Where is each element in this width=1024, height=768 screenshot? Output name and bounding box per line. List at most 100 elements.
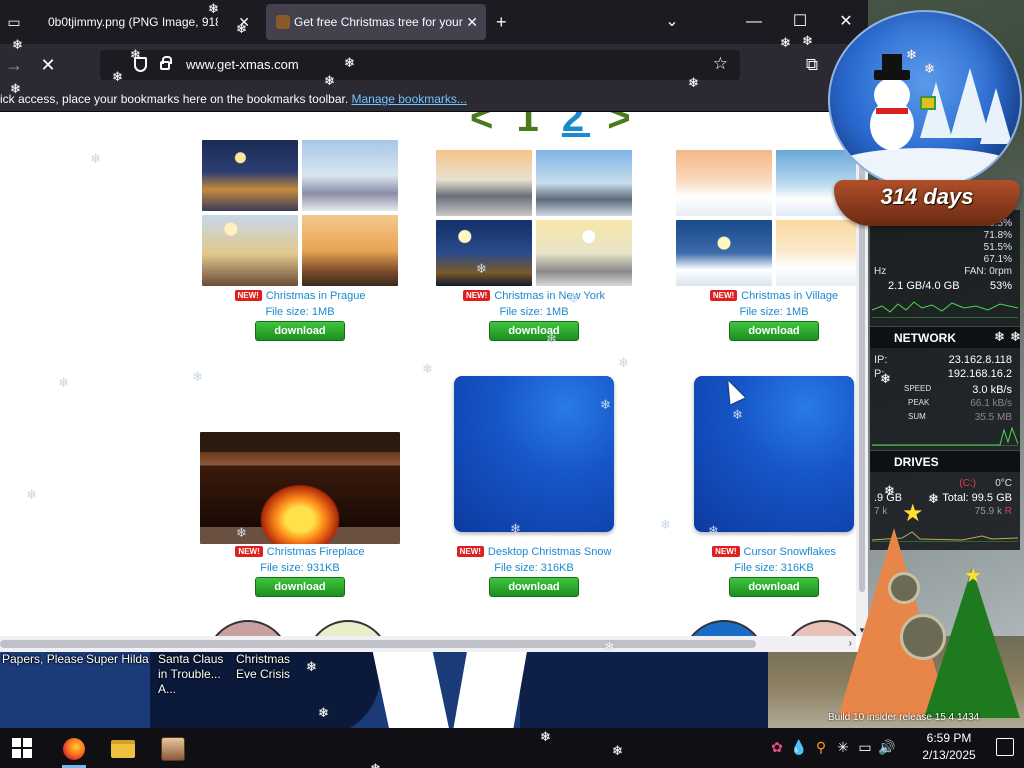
drive-total: Total: 99.5 GB (942, 492, 1012, 504)
close-tab-icon[interactable]: ✕ (238, 4, 250, 40)
product-title-link[interactable]: Desktop Christmas Snow (488, 546, 612, 558)
bookmarks-toolbar: ick access, place your bookmarks here on… (0, 86, 868, 112)
new-badge: NEW! (235, 546, 263, 557)
shortcut-christmas-eve-crisis[interactable]: Christmas Eve Crisis (236, 652, 312, 682)
product-title-link[interactable]: Christmas in Village (741, 290, 838, 302)
download-button[interactable]: download (729, 321, 819, 341)
product-title-link[interactable]: Christmas in Prague (266, 290, 366, 302)
product-thumbnail[interactable] (202, 140, 398, 286)
horizontal-scrollbar[interactable]: › (0, 636, 856, 652)
favicon-icon (276, 15, 290, 29)
page-content: < 1 2 > NEW! Christmas in Prague File siz… (0, 112, 856, 636)
ip-label: IP: (874, 354, 888, 366)
product-title-link[interactable]: Christmas in New York (494, 290, 605, 302)
net-sum: 35.5 MB (974, 412, 1012, 423)
tray-drop-icon[interactable]: 💧 (790, 738, 808, 756)
bookmark-star-icon[interactable]: ☆ (713, 54, 728, 74)
product-item: NEW! Christmas in New York File size: 1MB… (434, 150, 634, 346)
notification-icon[interactable] (996, 738, 1014, 756)
cpu-core-3: 51.5% (983, 242, 1012, 253)
clock-time: 6:59 PM (926, 731, 972, 745)
network-icon[interactable]: ▭ (856, 738, 874, 756)
tray-snow-icon[interactable]: ✳ (834, 738, 852, 756)
download-button[interactable]: download (489, 577, 579, 597)
product-title-link[interactable]: Cursor Snowflakes (744, 546, 836, 558)
game-icon (161, 737, 185, 761)
page-current-link[interactable]: 2 (562, 112, 590, 140)
product-thumbnail[interactable] (306, 620, 390, 636)
ram-percent: 53% (989, 280, 1012, 292)
product-thumbnail[interactable] (200, 432, 400, 544)
download-button[interactable]: download (255, 321, 345, 341)
shortcut-santa-claus[interactable]: Santa Claus in Trouble... A... (158, 652, 234, 697)
product-thumbnail[interactable] (454, 376, 614, 532)
new-badge: NEW! (709, 290, 738, 301)
tracking-shield-icon[interactable] (134, 57, 147, 72)
tab-overflow-chevron-icon[interactable]: ⌄ (660, 10, 684, 34)
download-button[interactable]: download (729, 577, 819, 597)
windows-start-icon[interactable] (12, 738, 32, 758)
stop-loading-icon[interactable]: ✕ (36, 53, 60, 77)
product-thumbnail[interactable] (436, 150, 632, 286)
browser-window: ▭ 0b0tjimmy.png (PNG Image, 918 × 1 ✕ Ge… (0, 0, 868, 652)
network-graph (872, 424, 1018, 446)
tab-get-xmas[interactable]: Get free Christmas tree for your ✕ (266, 4, 486, 40)
drive-temp: 0°C (995, 478, 1012, 489)
product-thumbnail[interactable] (206, 620, 290, 636)
taskbar-game[interactable] (152, 732, 192, 768)
clock-date: 2/13/2025 (922, 748, 976, 762)
file-size: File size: 1MB (265, 306, 335, 318)
url-text[interactable]: www.get-xmas.com (186, 50, 299, 80)
file-size: File size: 1MB (499, 306, 569, 318)
build-watermark: Build 10 insider release 15 4 1434 (828, 712, 980, 723)
forward-arrow-icon[interactable]: → (2, 53, 26, 77)
freq-label: Hz (874, 266, 887, 277)
ram-graph (872, 296, 1018, 318)
system-tray: ✿ 💧 ⚲ ✳ ▭ 🔊 6:59 PM 2/13/2025 (764, 728, 1024, 768)
url-bar[interactable]: www.get-xmas.com ☆ (100, 50, 740, 80)
download-button[interactable]: download (489, 321, 579, 341)
drive-r-label: R (1004, 506, 1012, 517)
taskbar-file-explorer[interactable] (102, 732, 142, 768)
drive-letter: (C:) (959, 478, 976, 489)
pagination: < 1 2 > (470, 112, 637, 141)
product-item: NEW! Desktop Christmas Snow File size: 31… (434, 376, 634, 602)
file-size: File size: 316KB (494, 562, 574, 574)
new-badge: NEW! (463, 290, 491, 301)
gift-icon (920, 96, 936, 110)
net-speed: 3.0 kB/s (972, 384, 1012, 396)
new-badge: NEW! (712, 546, 740, 557)
download-button[interactable]: download (255, 577, 345, 597)
manage-bookmarks-link[interactable]: Manage bookmarks... (352, 92, 467, 106)
new-tab-icon[interactable]: + (496, 12, 507, 32)
product-thumbnail[interactable] (682, 620, 766, 636)
page-prev-link[interactable]: < 1 (470, 112, 545, 140)
navigation-toolbar: → ✕ www.get-xmas.com ☆ ⧉ (0, 44, 868, 86)
list-all-tabs-icon[interactable]: ▭ (4, 12, 24, 32)
taskbar-firefox[interactable] (54, 732, 94, 768)
page-next-link[interactable]: > (607, 112, 636, 140)
product-thumbnail[interactable] (694, 376, 854, 532)
product-title-link[interactable]: Christmas Fireplace (267, 546, 365, 558)
clock[interactable]: 6:59 PM 2/13/2025 (914, 730, 984, 764)
drives-header: DRIVES (870, 450, 1020, 472)
product-item: NEW! Christmas in Prague File size: 1MB d… (200, 140, 400, 346)
green-tree-icon (924, 568, 1020, 718)
tray-search-icon[interactable]: ⚲ (812, 738, 830, 756)
lock-icon[interactable] (160, 56, 172, 70)
scrollbar-thumb[interactable] (0, 640, 756, 648)
tab-title: 0b0tjimmy.png (PNG Image, 918 × 1 (48, 15, 218, 29)
tab-title: Get free Christmas tree for your (294, 15, 463, 29)
product-item: NEW! Christmas Fireplace File size: 931KB… (200, 432, 400, 602)
system-monitor-widget: 48.5% 71.8% 51.5% 67.1% Hz FAN: 0rpm 2.1 … (870, 210, 1020, 550)
file-size: File size: 1MB (739, 306, 809, 318)
extensions-puzzle-icon[interactable]: ⧉ (800, 53, 824, 77)
maximize-icon[interactable]: ☐ (788, 10, 812, 34)
tab-png-image[interactable]: 0b0tjimmy.png (PNG Image, 918 × 1 ✕ (36, 4, 258, 40)
close-tab-icon[interactable]: ✕ (466, 4, 478, 40)
tray-app-icon[interactable]: ✿ (768, 738, 786, 756)
shortcut-super-hilda[interactable]: Super Hilda (86, 652, 149, 667)
minimize-icon[interactable]: — (742, 10, 766, 34)
shortcut-papers-please[interactable]: Papers, Please (2, 652, 83, 667)
volume-icon[interactable]: 🔊 (878, 738, 896, 756)
